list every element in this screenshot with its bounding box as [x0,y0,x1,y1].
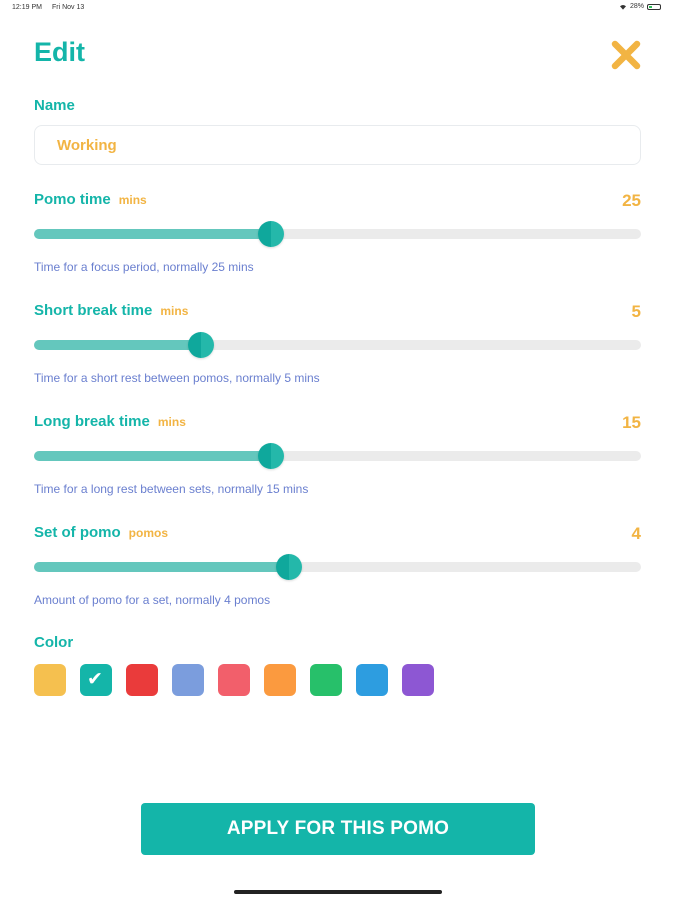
long-break-value: 15 [622,413,641,432]
color-swatch[interactable] [402,664,434,696]
status-bar: 12:19 PM Fri Nov 13 28% [0,0,675,16]
set-of-pomo-unit: pomos [128,526,169,540]
battery-percent: 28% [629,3,644,10]
color-swatch[interactable] [172,664,204,696]
short-break-unit: mins [160,304,189,318]
color-swatch[interactable]: ✔ [80,664,112,696]
slider-fill [34,562,289,572]
color-swatch[interactable] [126,664,158,696]
close-icon[interactable] [611,40,641,70]
slider-thumb[interactable] [257,221,284,247]
page-title: Edit [34,37,85,67]
home-indicator [234,890,442,894]
checkmark-icon: ✔ [87,669,103,690]
slider-thumb[interactable] [275,554,302,580]
name-label: Name [34,97,75,114]
color-swatch[interactable] [356,664,388,696]
long-break-slider[interactable] [34,443,641,469]
color-swatch[interactable] [34,664,66,696]
long-break-label: Long break time mins [34,413,186,430]
pomo-time-hint: Time for a focus period, normally 25 min… [34,260,254,274]
long-break-unit: mins [157,415,186,429]
slider-fill [34,340,201,350]
pomo-time-value: 25 [622,191,641,210]
pomo-time-unit: mins [118,193,147,207]
short-break-value: 5 [631,302,641,321]
short-break-slider[interactable] [34,332,641,358]
color-swatch[interactable] [310,664,342,696]
set-of-pomo-hint: Amount of pomo for a set, normally 4 pom… [34,593,271,607]
wifi-icon [619,4,626,10]
color-swatch[interactable] [218,664,250,696]
status-indicators: 28% [619,3,661,10]
slider-fill [34,451,271,461]
battery-icon [647,3,661,10]
name-input-value: Working [57,136,117,154]
status-time: 12:19 PM [12,4,42,11]
short-break-label: Short break time mins [34,302,189,319]
color-label: Color [34,634,74,651]
color-swatches: ✔ [34,664,434,696]
slider-thumb[interactable] [257,443,284,469]
short-break-hint: Time for a short rest between pomos, nor… [34,371,320,385]
set-of-pomo-value: 4 [631,524,641,543]
slider-fill [34,229,271,239]
status-date: Fri Nov 13 [52,4,85,11]
slider-thumb[interactable] [187,332,214,358]
set-of-pomo-label: Set of pomo pomos [34,524,169,541]
battery-level [649,5,652,8]
apply-button[interactable]: APPLY FOR THIS POMO [141,803,535,855]
name-input[interactable]: Working [34,125,641,165]
color-swatch[interactable] [264,664,296,696]
pomo-time-label: Pomo time mins [34,191,147,208]
set-of-pomo-slider[interactable] [34,554,641,580]
long-break-hint: Time for a long rest between sets, norma… [34,482,309,496]
pomo-time-slider[interactable] [34,221,641,247]
